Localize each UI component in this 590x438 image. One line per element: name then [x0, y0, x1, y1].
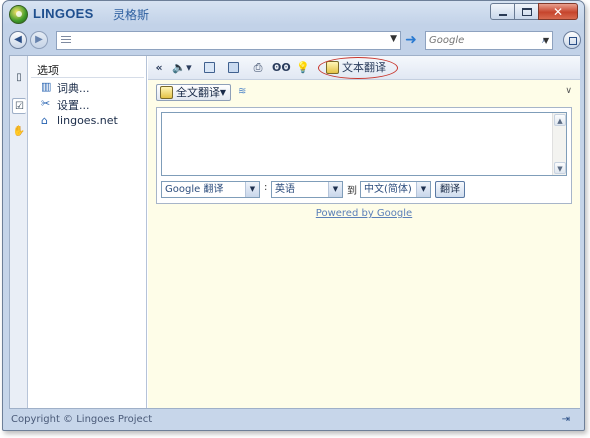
- window-controls: ✕: [490, 3, 578, 20]
- engine-value: Google 翻译: [165, 184, 224, 195]
- source-text-area[interactable]: ▲ ▼: [161, 112, 567, 176]
- vertical-tab-strip: ▯ ☑ ✋: [10, 56, 28, 408]
- copy-icon[interactable]: [204, 62, 215, 73]
- home-icon: ⌂: [41, 114, 48, 127]
- translate-controls: Google 翻译 ▼ : 英语 ▼ 到 中文(简体) ▼ 翻译: [161, 181, 567, 199]
- hand-icon: ✋: [12, 126, 26, 137]
- tab-dictionary[interactable]: ▯: [12, 70, 26, 86]
- status-bar: Copyright © Lingoes Project ⇥: [3, 410, 584, 430]
- close-icon: ✕: [553, 5, 564, 19]
- forward-button[interactable]: ▶: [30, 31, 48, 49]
- main-panel: « 🔈▾ ⎙ ʘʘ 💡 文本翻译 全文翻译 ▼ ≋ ∨ ▲ ▼ Google 翻…: [148, 56, 580, 408]
- translate-button[interactable]: 翻译: [435, 181, 465, 198]
- print-icon[interactable]: ⎙: [250, 60, 266, 76]
- list-icon: [61, 36, 71, 45]
- app-title: LINGOES: [33, 6, 94, 21]
- find-icon[interactable]: ʘʘ: [272, 60, 291, 76]
- maximize-icon: [522, 8, 532, 16]
- back-button[interactable]: ◀: [9, 31, 27, 49]
- app-title-chinese: 灵格斯: [113, 8, 150, 22]
- tab-options[interactable]: ☑: [12, 98, 26, 114]
- tab-tools[interactable]: ✋: [12, 124, 26, 140]
- close-button[interactable]: ✕: [538, 3, 578, 20]
- tools-icon: ✂: [41, 97, 51, 110]
- powered-by-link[interactable]: Powered by Google: [148, 208, 580, 219]
- to-language-value: 中文(简体): [364, 184, 412, 195]
- chevron-down-icon: ▼: [328, 182, 342, 197]
- from-language-select[interactable]: 英语 ▼: [271, 181, 343, 198]
- from-language-value: 英语: [275, 184, 295, 195]
- vertical-scrollbar[interactable]: ▲ ▼: [552, 113, 566, 175]
- app-window: LINGOES 灵格斯 ✕ ◀ ▶ ▼ ➜ ⌕ ▼ ▯ ☑ ✋ 选项: [2, 0, 585, 431]
- colon-separator: :: [264, 182, 268, 193]
- minimize-icon: [499, 14, 507, 16]
- chevron-down-icon: ▼: [245, 182, 259, 197]
- sidebar-item-website[interactable]: ⌂ lingoes.net: [29, 114, 146, 129]
- sidebar: 选项 ▥ 词典... ✂ 设置... ⌂ lingoes.net: [29, 56, 147, 408]
- search-engine-dropdown-icon[interactable]: ▼: [543, 36, 549, 45]
- options-icon: ☑: [15, 101, 24, 112]
- translate-subbar: 全文翻译 ▼ ≋ ∨: [148, 80, 580, 104]
- translate-mode-dropdown[interactable]: 全文翻译 ▼: [156, 84, 231, 101]
- save-icon[interactable]: [228, 62, 239, 73]
- maximize-button[interactable]: [514, 3, 539, 20]
- scroll-down-icon[interactable]: ▼: [554, 162, 566, 174]
- toolbar: « 🔈▾ ⎙ ʘʘ 💡 文本翻译: [148, 56, 580, 80]
- sidebar-item-settings[interactable]: ✂ 设置...: [29, 97, 146, 113]
- minimize-button[interactable]: [490, 3, 515, 20]
- sidebar-item-dictionaries[interactable]: ▥ 词典...: [29, 80, 146, 96]
- chevron-down-icon: ▼: [219, 88, 226, 97]
- sidebar-title: 选项: [31, 56, 144, 78]
- arrow-right-icon: ➜: [405, 32, 417, 48]
- chevron-down-icon[interactable]: ▼: [390, 34, 397, 44]
- sidebar-item-label: 词典...: [57, 82, 90, 95]
- copyright-text: Copyright © Lingoes Project: [11, 414, 153, 425]
- address-bar: ◀ ▶ ▼ ➜ ⌕ ▼: [3, 27, 584, 54]
- engine-select[interactable]: Google 翻译 ▼: [161, 181, 260, 198]
- sidebar-item-label: lingoes.net: [57, 114, 118, 127]
- main-menu-button[interactable]: [563, 31, 581, 49]
- translate-icon: [160, 86, 173, 99]
- collapse-sidebar-button[interactable]: «: [154, 60, 164, 76]
- forward-arrow-icon: ▶: [35, 34, 43, 45]
- tip-icon[interactable]: 💡: [296, 60, 310, 76]
- word-input[interactable]: ▼: [56, 31, 401, 50]
- mode-label: 全文翻译: [176, 86, 220, 99]
- collapse-panel-icon[interactable]: ∨: [565, 86, 572, 96]
- search-input[interactable]: [426, 32, 516, 49]
- lingoes-logo-icon: [9, 5, 28, 24]
- scroll-up-icon[interactable]: ▲: [554, 114, 566, 126]
- speaker-icon[interactable]: 🔈▾: [170, 60, 194, 76]
- search-box: ⌕: [425, 31, 553, 50]
- book-icon: ▯: [16, 72, 22, 83]
- pin-icon[interactable]: ⇥: [562, 414, 570, 425]
- highlight-ring: [318, 57, 398, 79]
- chevron-down-icon: ▼: [416, 182, 430, 197]
- content-area: ▯ ☑ ✋ 选项 ▥ 词典... ✂ 设置... ⌂ lingoes.net «…: [9, 55, 580, 409]
- to-label: 到: [347, 186, 357, 197]
- dictionary-icon: ▥: [41, 80, 52, 93]
- back-arrow-icon: ◀: [14, 34, 22, 45]
- translate-panel: ▲ ▼ Google 翻译 ▼ : 英语 ▼ 到 中文(简体) ▼ 翻译: [156, 107, 572, 204]
- online-icon: ≋: [238, 86, 247, 97]
- to-language-select[interactable]: 中文(简体) ▼: [360, 181, 431, 198]
- title-bar: LINGOES 灵格斯 ✕: [3, 1, 584, 27]
- sidebar-item-label: 设置...: [57, 99, 90, 112]
- go-button[interactable]: ➜: [403, 32, 419, 49]
